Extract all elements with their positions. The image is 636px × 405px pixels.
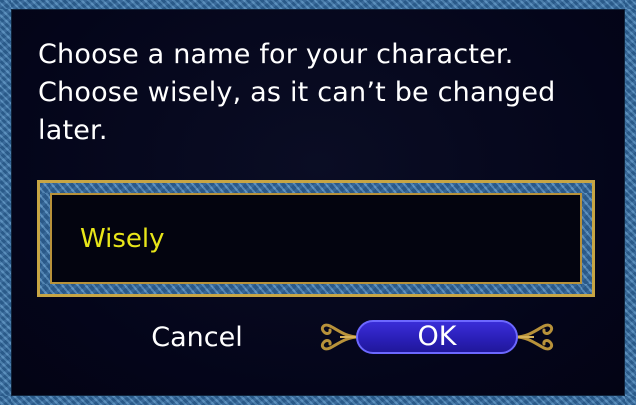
prompt-line-1: Choose a name for your character. [38,39,514,70]
character-name-input[interactable] [80,221,540,257]
cancel-button[interactable]: Cancel [140,316,254,360]
prompt-line-2: Choose wisely, as it can’t be changed [38,77,556,108]
ok-button-group: OK [318,312,556,362]
ok-button[interactable]: OK [356,320,518,354]
name-field-frame [37,180,595,297]
prompt-line-3: later. [38,115,108,146]
dialog-prompt: Choose a name for your character. Choose… [38,36,608,150]
